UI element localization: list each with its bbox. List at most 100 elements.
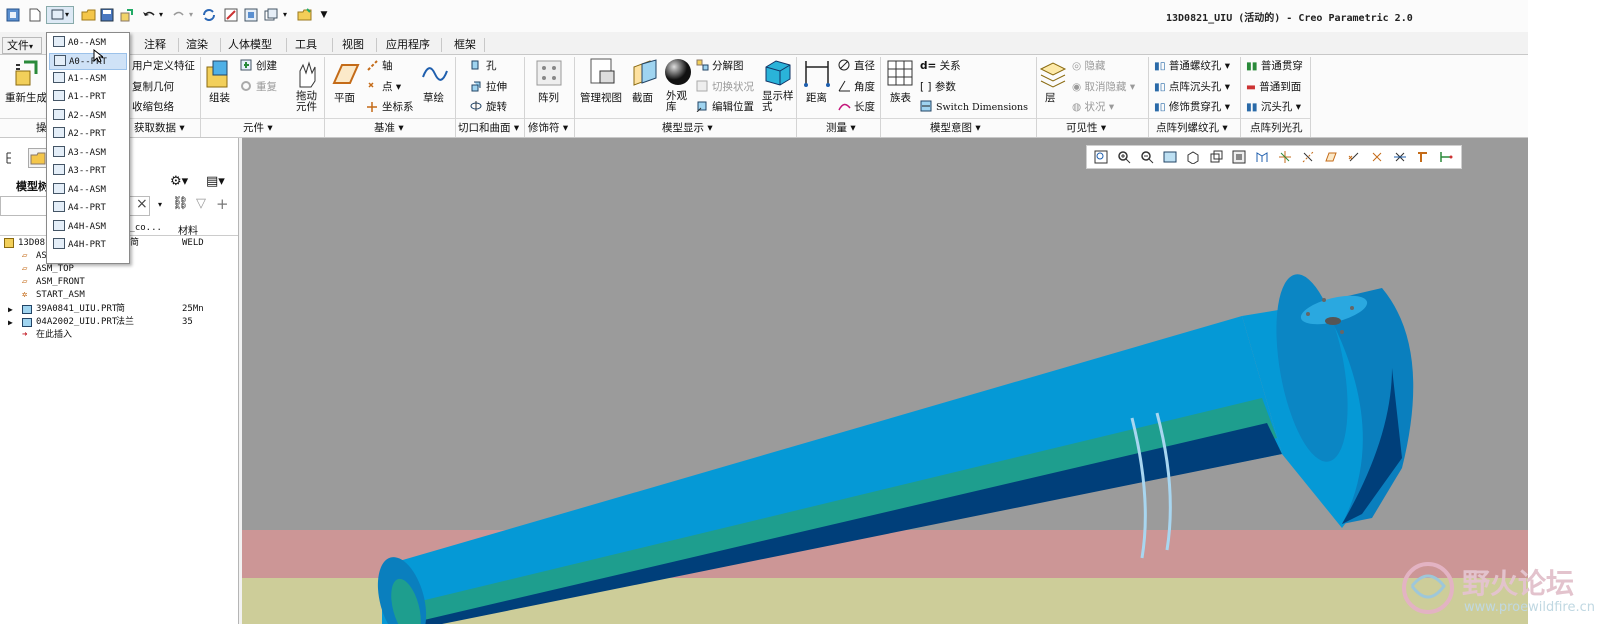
axis-display-icon[interactable]: [1298, 148, 1318, 166]
pattern-counterbore-button[interactable]: ▮▯ 点阵沉头孔 ▾: [1154, 80, 1230, 94]
annotation-display-icon[interactable]: [1390, 148, 1410, 166]
view-manager-icon[interactable]: [1229, 148, 1249, 166]
layer-icon[interactable]: [1038, 59, 1068, 89]
dropdown-item[interactable]: A2--PRT: [49, 126, 127, 143]
hole-button[interactable]: 孔: [470, 59, 497, 73]
csys-display-icon[interactable]: [1367, 148, 1387, 166]
pattern-cb-group-label[interactable]: 点阵列光孔: [1250, 121, 1303, 135]
point-button[interactable]: 点 ▾: [366, 80, 401, 94]
model-display-group-label[interactable]: 模型显示 ▾: [662, 121, 713, 135]
edit-position-button[interactable]: 编辑位置: [696, 100, 754, 114]
modifiers-group-label[interactable]: 修饰符 ▾: [528, 121, 568, 135]
dropdown-item[interactable]: A4H-PRT: [49, 237, 127, 254]
dropdown-item[interactable]: A3--ASM: [49, 145, 127, 162]
model-intent-group-label[interactable]: 模型意图 ▾: [930, 121, 981, 135]
regenerate-label[interactable]: 重新生成: [5, 91, 47, 105]
thread-hole-button[interactable]: ▮▯ 普通螺纹孔 ▾: [1154, 59, 1230, 73]
create-button[interactable]: 创建: [240, 59, 277, 73]
tab-render[interactable]: 渲染: [184, 36, 210, 54]
tab-annotate[interactable]: 注释: [142, 36, 168, 54]
point-display-icon[interactable]: [1344, 148, 1364, 166]
dropdown-item[interactable]: A4--ASM: [49, 182, 127, 199]
distance-icon[interactable]: [802, 57, 832, 87]
tree-row[interactable]: ▶ 39A0841_UIU.PRT 简 25Mn: [0, 303, 238, 316]
repeat-button[interactable]: 重复: [240, 80, 277, 94]
zoom-in-icon[interactable]: [1114, 148, 1134, 166]
drag-hand-icon[interactable]: [292, 59, 322, 89]
copy-geometry-button[interactable]: 复制几何: [132, 80, 174, 94]
length-button[interactable]: 长度: [838, 100, 875, 114]
cut-surface-group-label[interactable]: 切口和曲面 ▾: [458, 121, 519, 135]
angle-button[interactable]: 角度: [838, 80, 875, 94]
through-hole-button[interactable]: ▮▮ 普通贯穿: [1246, 59, 1303, 73]
relations-button[interactable]: d= 关系: [920, 59, 961, 73]
display-style-icon[interactable]: [763, 57, 793, 87]
tab-framework[interactable]: 框架: [452, 36, 478, 54]
expand-icon[interactable]: ▶: [8, 316, 13, 329]
tab-manikin[interactable]: 人体模型: [226, 36, 274, 54]
regenerate-small-icon[interactable]: [118, 6, 136, 24]
app-icon[interactable]: [4, 6, 22, 24]
save-icon[interactable]: [98, 6, 116, 24]
flow-icon[interactable]: [1436, 148, 1456, 166]
show-icon[interactable]: ▤▾: [206, 174, 225, 189]
measure-group-label[interactable]: 测量 ▾: [826, 121, 856, 135]
layer-label[interactable]: 层: [1045, 91, 1056, 105]
search-chevron-icon[interactable]: ▾: [158, 200, 162, 209]
manage-views-icon[interactable]: [588, 57, 618, 87]
model-tree-tab-icon[interactable]: [4, 150, 22, 166]
find-icon[interactable]: ⛓: [172, 196, 189, 211]
expand-icon[interactable]: ▶: [8, 303, 13, 316]
customize-qat-icon[interactable]: ▼: [318, 6, 330, 24]
saved-orientations-icon[interactable]: [1206, 148, 1226, 166]
window-icon[interactable]: [222, 6, 240, 24]
sketch-icon[interactable]: [420, 59, 450, 89]
tab-view[interactable]: 视图: [340, 36, 366, 54]
new-from-template-button[interactable]: ▾: [46, 6, 74, 24]
refit-icon[interactable]: [1091, 148, 1111, 166]
pattern-label[interactable]: 阵列: [538, 91, 559, 105]
dropdown-item-selected[interactable]: A0--PRT: [49, 53, 127, 70]
datum-display-icon[interactable]: [1275, 148, 1295, 166]
redo-chevron-icon[interactable]: ▾: [186, 6, 196, 24]
shrinkwrap-button[interactable]: 收缩包络: [132, 100, 174, 114]
extrude-button[interactable]: 拉伸: [470, 80, 507, 94]
tab-tools[interactable]: 工具: [293, 36, 319, 54]
plane-label[interactable]: 平面: [334, 91, 355, 105]
counterbore-button[interactable]: ▮▮ 沉头孔 ▾: [1246, 100, 1301, 114]
toggle-status-button[interactable]: 切换状况: [696, 80, 754, 94]
new-file-icon[interactable]: [26, 6, 44, 24]
component-group-label[interactable]: 元件 ▾: [243, 121, 273, 135]
axis-button[interactable]: 轴: [366, 59, 393, 73]
file-menu-tab[interactable]: 文件▾: [2, 37, 42, 54]
section-label[interactable]: 截面: [632, 91, 653, 105]
tree-row[interactable]: ✲ START_ASM: [0, 289, 238, 302]
perspective-icon[interactable]: [1252, 148, 1272, 166]
column-header-material[interactable]: 材料: [178, 222, 198, 237]
appearance-gallery-label[interactable]: 外观 库: [666, 91, 687, 113]
assemble-icon[interactable]: [205, 59, 235, 89]
plane-icon[interactable]: [330, 59, 360, 89]
add-icon[interactable]: +: [216, 195, 229, 213]
tree-row[interactable]: ▶ 04A2002_UIU.PRT 法兰 35: [0, 316, 238, 329]
parameters-button[interactable]: [ ] 参数: [920, 80, 956, 94]
hide-button[interactable]: ◎ 隐藏: [1072, 59, 1106, 73]
display-style-view-icon[interactable]: [1183, 148, 1203, 166]
csys-button[interactable]: 坐标系: [366, 100, 414, 114]
revolve-button[interactable]: 旋转: [470, 100, 507, 114]
windows-icon[interactable]: [262, 6, 280, 24]
zoom-out-icon[interactable]: [1137, 148, 1157, 166]
manage-views-label[interactable]: 管理视图: [580, 91, 622, 105]
cosmetic-thread-button[interactable]: ▮▯ 修饰贯穿孔 ▾: [1154, 100, 1230, 114]
distance-label[interactable]: 距离: [806, 91, 827, 105]
regenerate-icon[interactable]: [200, 6, 218, 24]
family-table-icon[interactable]: [886, 59, 916, 89]
user-feature-button[interactable]: 用户定义特征: [132, 59, 195, 73]
close-window-icon[interactable]: [242, 6, 260, 24]
explode-view-button[interactable]: 分解图: [696, 59, 744, 73]
pattern-thread-group-label[interactable]: 点阵列螺纹孔 ▾: [1156, 121, 1228, 135]
get-data-group-label[interactable]: 获取数据 ▾: [134, 121, 185, 135]
dropdown-item[interactable]: A1--ASM: [49, 71, 127, 88]
pattern-icon[interactable]: [535, 59, 565, 89]
select-folder-icon[interactable]: [296, 6, 314, 24]
